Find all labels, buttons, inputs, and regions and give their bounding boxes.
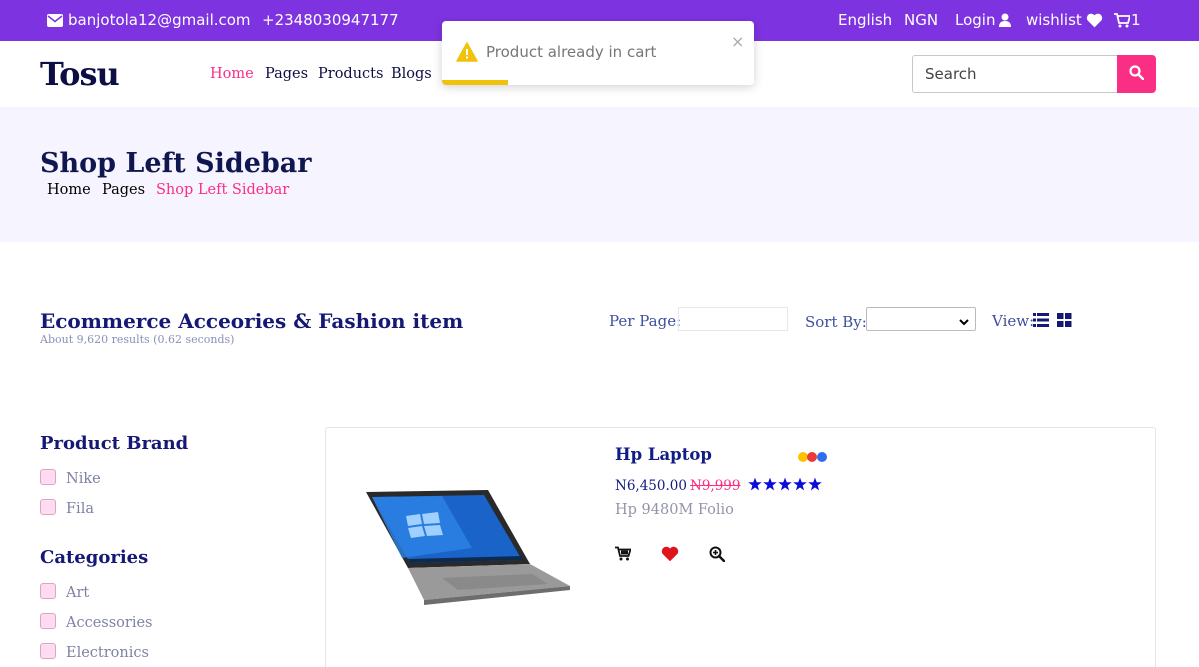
product-price: N6,450.00 (615, 478, 687, 494)
chevron-down-icon (958, 313, 970, 332)
nav-products[interactable]: Products (318, 66, 383, 82)
search-input[interactable]: Search (912, 55, 1118, 93)
brand-nike-checkbox[interactable] (40, 469, 56, 485)
results-count: About 9,620 results (0.62 seconds) (40, 333, 235, 346)
breadcrumb-home[interactable]: Home (47, 182, 91, 198)
product-rating (748, 477, 822, 491)
nav-pages[interactable]: Pages (265, 66, 308, 82)
product-name[interactable]: Hp Laptop (615, 445, 712, 464)
envelope-icon (47, 13, 63, 27)
cart-link[interactable]: 1 (1114, 11, 1141, 29)
toast-message: Product already in cart (486, 43, 657, 61)
star-icon (748, 477, 762, 491)
category-art-label: Art (66, 585, 90, 601)
user-icon (999, 13, 1012, 27)
brand-fila-checkbox[interactable] (40, 499, 56, 515)
close-icon[interactable]: × (731, 32, 744, 51)
currency-label: NGN (904, 11, 939, 29)
section-heading: Ecommerce Acceories & Fashion item (40, 309, 464, 333)
per-page-label: Per Page: (609, 312, 682, 330)
brand-fila-label: Fila (66, 501, 94, 517)
add-to-cart-icon[interactable] (615, 546, 632, 565)
breadcrumb-pages[interactable]: Pages (102, 182, 145, 198)
star-icon (763, 477, 777, 491)
email-contact[interactable]: banjotola12@gmail.com (47, 11, 251, 29)
product-image[interactable] (362, 488, 572, 612)
cart-icon (1114, 12, 1130, 28)
toast-progress-bar (442, 80, 508, 85)
phone-text: +2348030947177 (262, 11, 399, 29)
language-label: English (838, 11, 893, 29)
login-link[interactable]: Login (955, 11, 1012, 29)
list-view-icon[interactable] (1033, 312, 1049, 331)
heart-icon (1086, 13, 1103, 28)
color-swatch-blue[interactable] (817, 452, 827, 462)
product-old-price: N9,999 (690, 478, 741, 494)
per-page-input[interactable] (678, 307, 788, 331)
sort-by-select[interactable] (866, 307, 976, 331)
cart-count: 1 (1131, 11, 1141, 29)
search-button[interactable] (1117, 55, 1156, 93)
category-accessories-label: Accessories (66, 615, 153, 631)
page-title: Shop Left Sidebar (40, 148, 312, 179)
wishlist-link[interactable]: wishlist (1026, 11, 1103, 29)
nav-home[interactable]: Home (210, 66, 254, 82)
zoom-in-icon[interactable] (709, 546, 726, 566)
category-electronics-checkbox[interactable] (40, 643, 56, 659)
search-icon (1129, 64, 1145, 84)
category-art-checkbox[interactable] (40, 583, 56, 599)
wishlist-heart-icon[interactable] (661, 546, 679, 566)
product-color-options (798, 452, 830, 462)
notification-toast: Product already in cart × (442, 21, 754, 85)
star-icon (793, 477, 807, 491)
breadcrumb-current: Shop Left Sidebar (156, 182, 290, 198)
star-icon (808, 477, 822, 491)
category-accessories-checkbox[interactable] (40, 613, 56, 629)
wishlist-label: wishlist (1026, 11, 1082, 29)
grid-view-icon[interactable] (1057, 312, 1072, 331)
warning-icon (456, 42, 478, 66)
page-banner: Shop Left Sidebar Home Pages Shop Left S… (0, 107, 1199, 242)
sort-by-label: Sort By: (805, 313, 867, 331)
category-electronics-label: Electronics (66, 645, 149, 661)
categories-filter-title: Categories (40, 547, 149, 568)
language-select[interactable]: English (838, 11, 892, 29)
phone-contact[interactable]: +2348030947177 (262, 11, 399, 29)
nav-blogs[interactable]: Blogs (391, 66, 432, 82)
login-label: Login (955, 11, 996, 29)
brand-filter-title: Product Brand (40, 433, 189, 454)
view-label: View: (992, 312, 1035, 330)
currency-select[interactable]: NGN (904, 11, 938, 29)
star-icon (778, 477, 792, 491)
color-swatch-red[interactable] (807, 452, 817, 462)
product-description: Hp 9480M Folio (615, 502, 734, 518)
site-logo[interactable]: Tosu (40, 55, 120, 93)
email-text: banjotola12@gmail.com (68, 11, 251, 29)
brand-nike-label: Nike (66, 471, 101, 487)
